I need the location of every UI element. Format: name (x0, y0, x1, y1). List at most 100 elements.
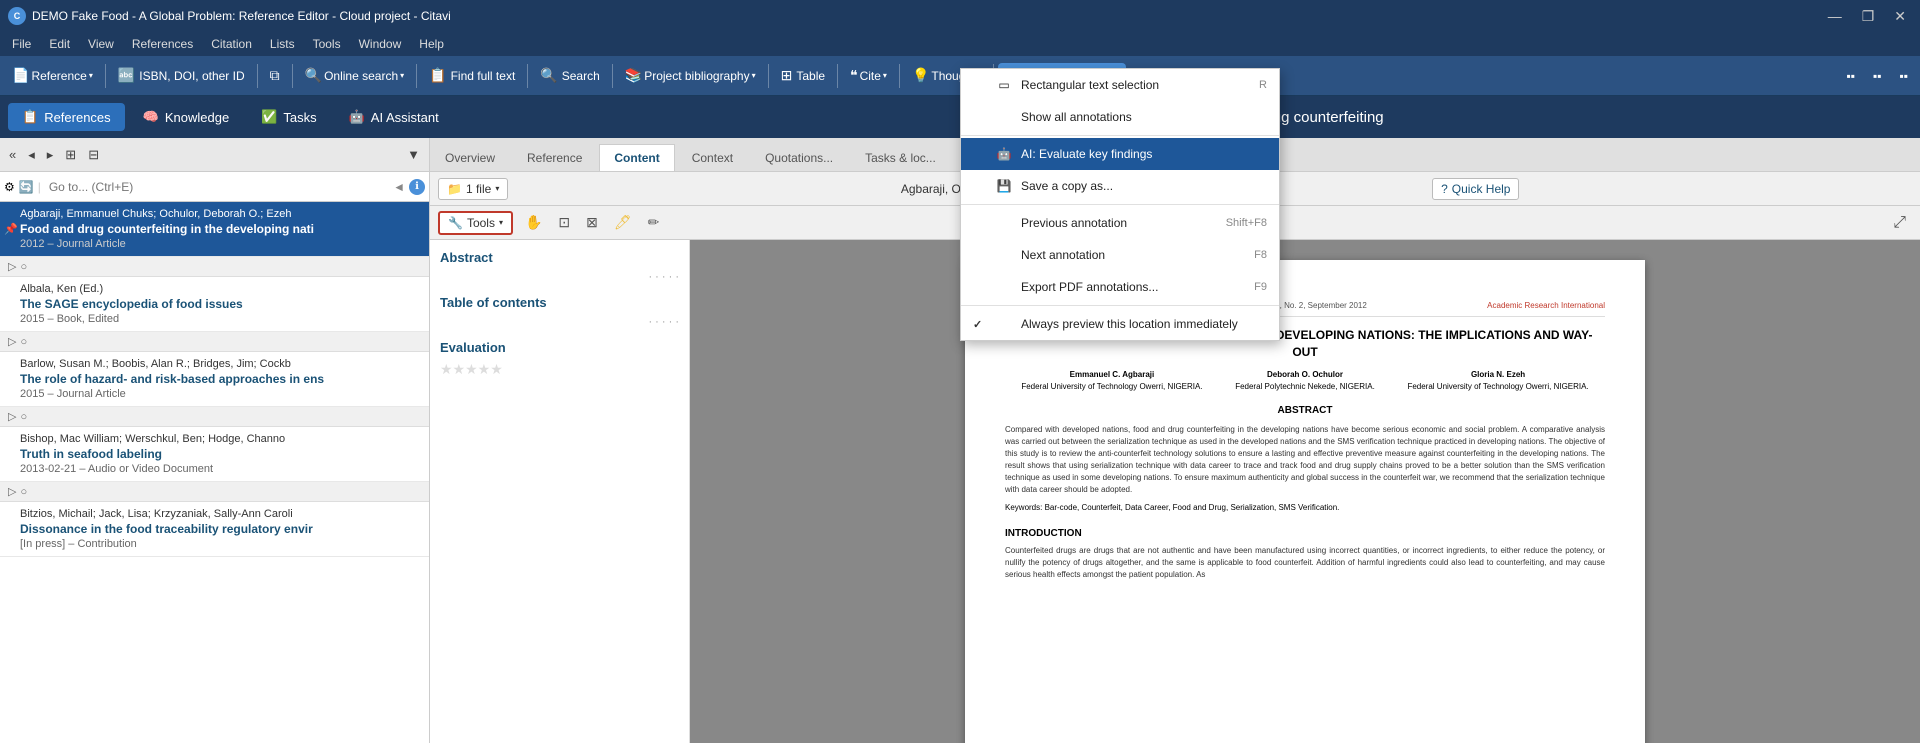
tab-tasks[interactable]: ✅ Tasks (247, 103, 330, 131)
left-panel-view1-button[interactable]: ⊞ (60, 144, 81, 166)
left-panel-back-button[interactable]: ◂ (23, 144, 40, 166)
star-rating[interactable]: ★★★★★ (440, 361, 679, 378)
pdf-viewer: ISSN-L: 2223-9553, ISSN: 2223-9944 Vol. … (690, 240, 1920, 743)
isbn-icon: 🔤 (118, 67, 135, 84)
tasks-tab-icon: ✅ (261, 109, 277, 125)
dd-rect-select[interactable]: ▭ Rectangular text selection R (961, 69, 1279, 101)
menu-edit[interactable]: Edit (41, 35, 78, 53)
left-panel-view2-button[interactable]: ⊟ (83, 144, 104, 166)
tab-overview[interactable]: Overview (430, 144, 510, 171)
toc-section: Table of contents · · · · · (440, 295, 679, 328)
left-panel: « ◂ ▸ ⊞ ⊟ ▼ ⚙ 🔄 | ◄ ℹ 📌 Agbaraji, Emmanu… (0, 138, 430, 743)
window-controls[interactable]: — ❐ ✕ (1822, 6, 1912, 27)
menu-file[interactable]: File (4, 35, 39, 53)
dd-separator3 (961, 305, 1279, 306)
menu-tools[interactable]: Tools (305, 35, 349, 53)
minimize-button[interactable]: — (1822, 6, 1848, 27)
references-tab-icon: 📋 (22, 109, 38, 125)
ref-year: [In press] – Contribution (20, 538, 421, 550)
tab-knowledge[interactable]: 🧠 Knowledge (129, 103, 244, 131)
tab-reference[interactable]: Reference (512, 144, 597, 171)
dd-save-label: Save a copy as... (1021, 179, 1113, 193)
author1-affil: Federal University of Technology Owerri,… (1021, 381, 1202, 393)
list-item[interactable]: Bishop, Mac William; Werschkul, Ben; Hod… (0, 427, 429, 482)
list-item[interactable]: Albala, Ken (Ed.) The SAGE encyclopedia … (0, 277, 429, 332)
evaluation-section: Evaluation ★★★★★ (440, 340, 679, 378)
evaluation-label: Evaluation (440, 340, 679, 355)
zoom-icon[interactable]: ⊠ (580, 211, 604, 234)
author1-name: Emmanuel C. Agbaraji (1021, 369, 1202, 381)
tab-tasks-loc[interactable]: Tasks & loc... (850, 144, 951, 171)
search-input[interactable] (45, 178, 389, 196)
highlight-icon[interactable]: 🖊 (608, 211, 638, 234)
menu-references[interactable]: References (124, 35, 201, 53)
left-panel-forward-button[interactable]: ▸ (42, 144, 59, 166)
menu-window[interactable]: Window (351, 35, 410, 53)
tools-button[interactable]: 🔧 Tools ▾ (438, 211, 513, 235)
search-mode-icon[interactable]: 🔄 (19, 180, 34, 194)
dd-prev-annotation[interactable]: Previous annotation Shift+F8 (961, 207, 1279, 239)
search-info-button[interactable]: ℹ (409, 179, 425, 195)
dd-prev-shortcut: Shift+F8 (1226, 217, 1267, 229)
left-panel-collapse-button[interactable]: « (4, 144, 21, 165)
find-full-text-button[interactable]: 📋 Find full text (421, 63, 523, 88)
panel-layout-3-button[interactable]: ▪▪ (1891, 65, 1916, 87)
list-item[interactable]: Bitzios, Michail; Jack, Lisa; Krzyzaniak… (0, 502, 429, 557)
panel-layout-1-icon: ▪▪ (1846, 69, 1855, 83)
select-tool-icon[interactable]: ⊡ (552, 211, 576, 234)
duplicate-button[interactable]: ⧉ (262, 63, 288, 88)
dd-rect-label: Rectangular text selection (1021, 78, 1159, 92)
filter-button[interactable]: ▼ (402, 144, 425, 165)
quick-help-button[interactable]: ? Quick Help (1432, 178, 1519, 200)
left-content-panel: Abstract · · · · · Table of contents · ·… (430, 240, 690, 743)
list-item[interactable]: Barlow, Susan M.; Boobis, Alan R.; Bridg… (0, 352, 429, 407)
menu-help[interactable]: Help (411, 35, 452, 53)
dd-next-annotation[interactable]: Next annotation F8 (961, 239, 1279, 271)
project-bibliography-button[interactable]: 📚 Project bibliography ▾ (617, 63, 764, 88)
panel-layout-1-button[interactable]: ▪▪ (1838, 65, 1863, 87)
ref-author: Agbaraji, Emmanuel Chuks; Ochulor, Debor… (20, 208, 421, 220)
pdf-view-icons: ✋ ⊡ ⊠ 🖊 ✏ (519, 211, 665, 234)
dd-next-icon (995, 246, 1013, 264)
cite-button[interactable]: ❝ Cite ▾ (842, 63, 895, 88)
tab-quotations[interactable]: Quotations... (750, 144, 848, 171)
reference-button[interactable]: 📄 Reference ▾ (4, 63, 101, 88)
file-icon: 📁 (447, 182, 462, 196)
menu-view[interactable]: View (80, 35, 122, 53)
titlebar-left: C DEMO Fake Food - A Global Problem: Ref… (8, 7, 451, 25)
menu-citation[interactable]: Citation (203, 35, 260, 53)
tab-content[interactable]: Content (599, 144, 674, 171)
annotate-icon[interactable]: ✏ (642, 211, 666, 234)
dd-prev-icon (995, 214, 1013, 232)
dd-ai-evaluate[interactable]: 🤖 AI: Evaluate key findings (961, 138, 1279, 170)
dd-always-preview[interactable]: ✓ Always preview this location immediate… (961, 308, 1279, 340)
group-icon: ○ (20, 261, 27, 273)
hand-tool-icon[interactable]: ✋ (519, 211, 548, 234)
author3-name: Gloria N. Ezeh (1407, 369, 1588, 381)
dd-rect-shortcut: R (1259, 79, 1267, 91)
search-button[interactable]: 🔍 Search (532, 63, 607, 88)
tab-ai-assistant[interactable]: 🤖 AI Assistant (335, 103, 453, 131)
panel-layout-2-button[interactable]: ▪▪ (1865, 65, 1890, 87)
settings-icon[interactable]: ⚙ (4, 180, 15, 194)
close-button[interactable]: ✕ (1888, 6, 1912, 27)
pdf-intro-text: Counterfeited drugs are drugs that are n… (1005, 545, 1605, 581)
online-search-button[interactable]: 🔍 Online search ▾ (297, 63, 413, 88)
group-collapse-icon: ▷ (8, 335, 16, 348)
project-bib-arrow: ▾ (752, 71, 756, 80)
tools-dropdown-arrow: ▾ (499, 218, 503, 227)
dd-export-pdf[interactable]: Export PDF annotations... F9 (961, 271, 1279, 303)
tab-context[interactable]: Context (677, 144, 748, 171)
tab-references[interactable]: 📋 References (8, 103, 125, 131)
file-button[interactable]: 📁 1 file ▾ (438, 178, 508, 200)
dd-show-annotations[interactable]: Show all annotations (961, 101, 1279, 133)
search-back-button[interactable]: ◄ (393, 180, 405, 194)
dd-save-copy[interactable]: 💾 Save a copy as... (961, 170, 1279, 202)
list-item[interactable]: 📌 Agbaraji, Emmanuel Chuks; Ochulor, Deb… (0, 202, 429, 257)
table-button[interactable]: ⊞ Table (773, 63, 833, 88)
expand-icon[interactable]: ⤢ (1887, 211, 1912, 235)
maximize-button[interactable]: ❐ (1856, 6, 1881, 27)
isbn-button[interactable]: 🔤 ISBN, DOI, other ID (110, 63, 253, 88)
menu-lists[interactable]: Lists (262, 35, 303, 53)
dd-export-label: Export PDF annotations... (1021, 280, 1158, 294)
